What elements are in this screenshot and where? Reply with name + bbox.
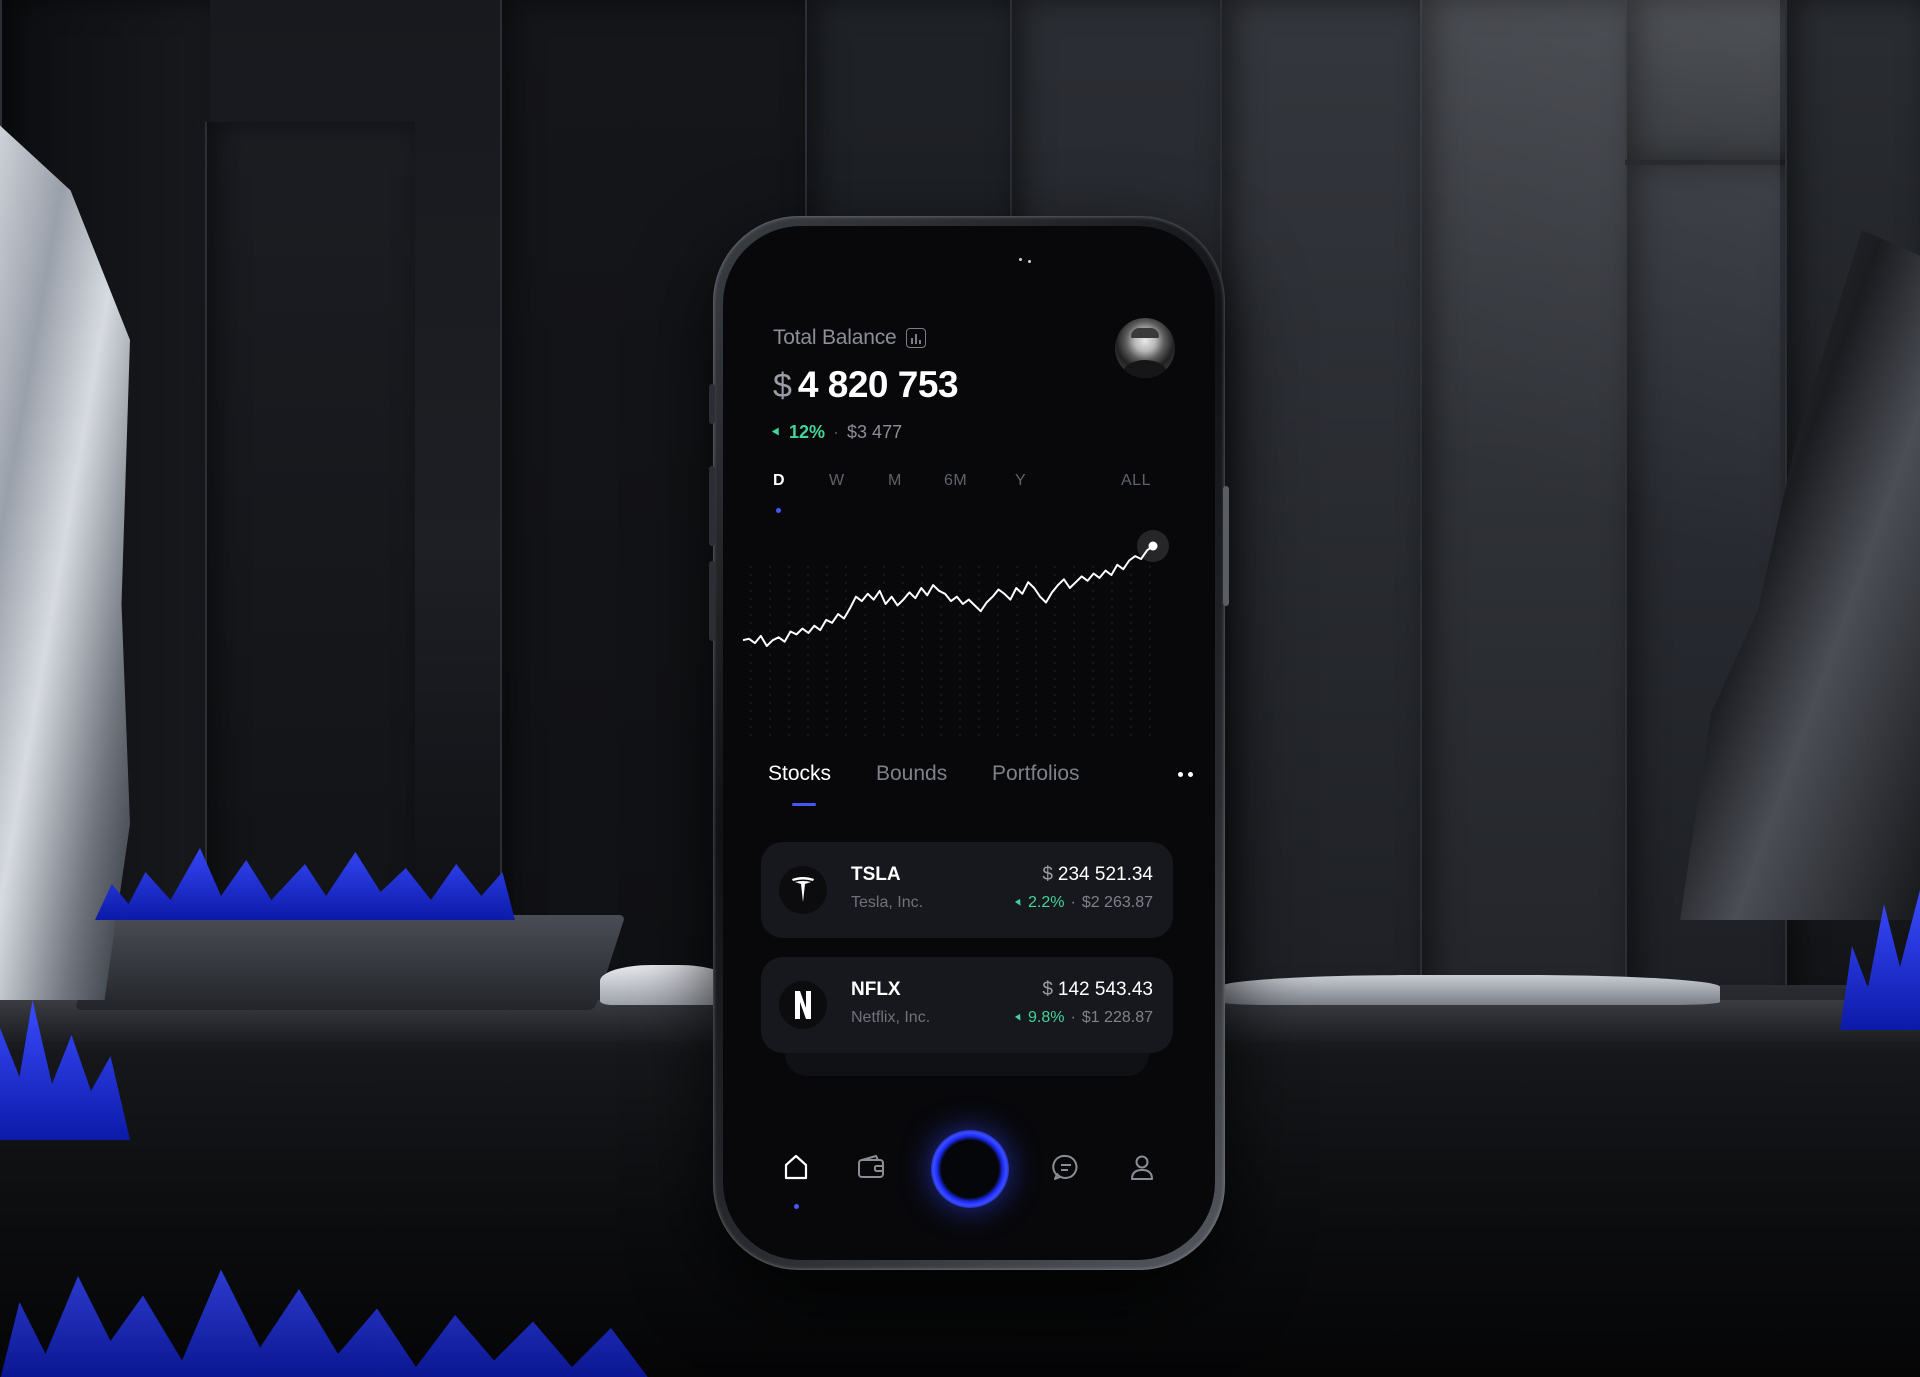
balance-amount: 4 820 753: [797, 364, 959, 405]
separator: ·: [1070, 894, 1076, 911]
tab-active-indicator: [792, 803, 816, 806]
snow-patch: [600, 965, 730, 1005]
trend-up-icon: [1014, 898, 1024, 908]
currency-symbol: $: [773, 367, 792, 405]
asset-tabs: Stocks Bounds Portfolios: [768, 762, 1193, 812]
stock-ticker: NFLX: [851, 979, 901, 1000]
stock-change: 9.8% · $1 228.87: [1014, 1009, 1153, 1027]
home-icon[interactable]: [781, 1152, 811, 1182]
balance-header: Total Balance: [773, 326, 927, 350]
period-tab-w[interactable]: W: [829, 472, 845, 490]
wall-panel: [205, 122, 415, 1002]
wall-panel: [1220, 0, 1420, 1000]
period-tab-d[interactable]: D: [773, 472, 785, 490]
balance-value: $ 4 820 753: [773, 364, 959, 406]
period-tab-m[interactable]: M: [888, 472, 902, 490]
volume-up-button: [709, 466, 715, 546]
trend-up-icon: [771, 427, 783, 438]
stock-change-amount: $1 228.87: [1081, 1009, 1153, 1026]
separator: ·: [833, 422, 840, 442]
change-amount: $3 477: [847, 422, 903, 442]
stock-price: $ 234 521.34: [1042, 864, 1153, 886]
balance-chart[interactable]: [743, 526, 1183, 746]
stock-change-amount: $2 263.87: [1081, 894, 1153, 911]
stock-price: $ 142 543.43: [1042, 979, 1153, 1001]
separator: ·: [1070, 1009, 1076, 1026]
chart-current-point[interactable]: [1148, 541, 1158, 551]
currency-symbol: $: [1042, 979, 1053, 1000]
balance-change: 12% · $3 477: [771, 422, 903, 443]
stock-change-percent: 2.2%: [1028, 894, 1065, 911]
more-tabs-icon[interactable]: [1174, 772, 1200, 780]
change-percent: 12%: [789, 422, 826, 442]
tab-stocks[interactable]: Stocks: [768, 762, 831, 786]
nav-active-indicator: [794, 1204, 799, 1209]
camera-icon: [1019, 258, 1033, 264]
phone-screen: Total Balance $ 4 820 753 12% · $3 477 D…: [723, 226, 1215, 1260]
stock-price-value: 142 543.43: [1057, 979, 1153, 1000]
stock-price-value: 234 521.34: [1057, 864, 1153, 885]
chat-icon[interactable]: [1051, 1152, 1081, 1182]
phone-device: Total Balance $ 4 820 753 12% · $3 477 D…: [709, 216, 1229, 1270]
tab-bounds[interactable]: Bounds: [876, 762, 947, 786]
chart-series-line: [743, 545, 1154, 647]
period-tab-y[interactable]: Y: [1015, 472, 1026, 490]
center-action-button[interactable]: [931, 1130, 1009, 1208]
stock-change: 2.2% · $2 263.87: [1014, 894, 1153, 912]
statistics-icon[interactable]: [906, 328, 927, 348]
currency-symbol: $: [1042, 864, 1053, 885]
stock-company-name: Tesla, Inc.: [851, 894, 924, 911]
stone-slab: [74, 915, 626, 1010]
netflix-logo-icon: [779, 981, 827, 1029]
snow-patch: [1220, 975, 1720, 1005]
trend-up-icon: [1014, 1013, 1024, 1023]
profile-icon[interactable]: [1127, 1152, 1157, 1182]
stock-company-name: Netflix, Inc.: [851, 1009, 931, 1026]
period-tab-all[interactable]: ALL: [1121, 472, 1151, 490]
power-button: [1223, 486, 1229, 606]
tab-portfolios[interactable]: Portfolios: [992, 762, 1080, 786]
stock-card-nflx[interactable]: NFLX Netflix, Inc. $ 142 543.43 9.8% · $…: [761, 957, 1173, 1053]
mute-switch: [709, 384, 715, 424]
light-beam: [1420, 0, 1780, 700]
period-active-indicator: [776, 508, 781, 513]
stock-ticker: TSLA: [851, 864, 901, 885]
tesla-logo-icon: [779, 866, 827, 914]
stock-card-tsla[interactable]: TSLA Tesla, Inc. $ 234 521.34 2.2% · $2 …: [761, 842, 1173, 938]
period-tab-6m[interactable]: 6M: [944, 472, 967, 490]
stock-change-percent: 9.8%: [1028, 1009, 1065, 1026]
avatar[interactable]: [1115, 318, 1175, 378]
balance-label: Total Balance: [773, 326, 897, 349]
wallet-icon[interactable]: [856, 1152, 886, 1182]
period-selector: D W M 6M Y ALL: [773, 472, 1153, 513]
bottom-navigation: [753, 1106, 1185, 1226]
volume-down-button: [709, 561, 715, 641]
